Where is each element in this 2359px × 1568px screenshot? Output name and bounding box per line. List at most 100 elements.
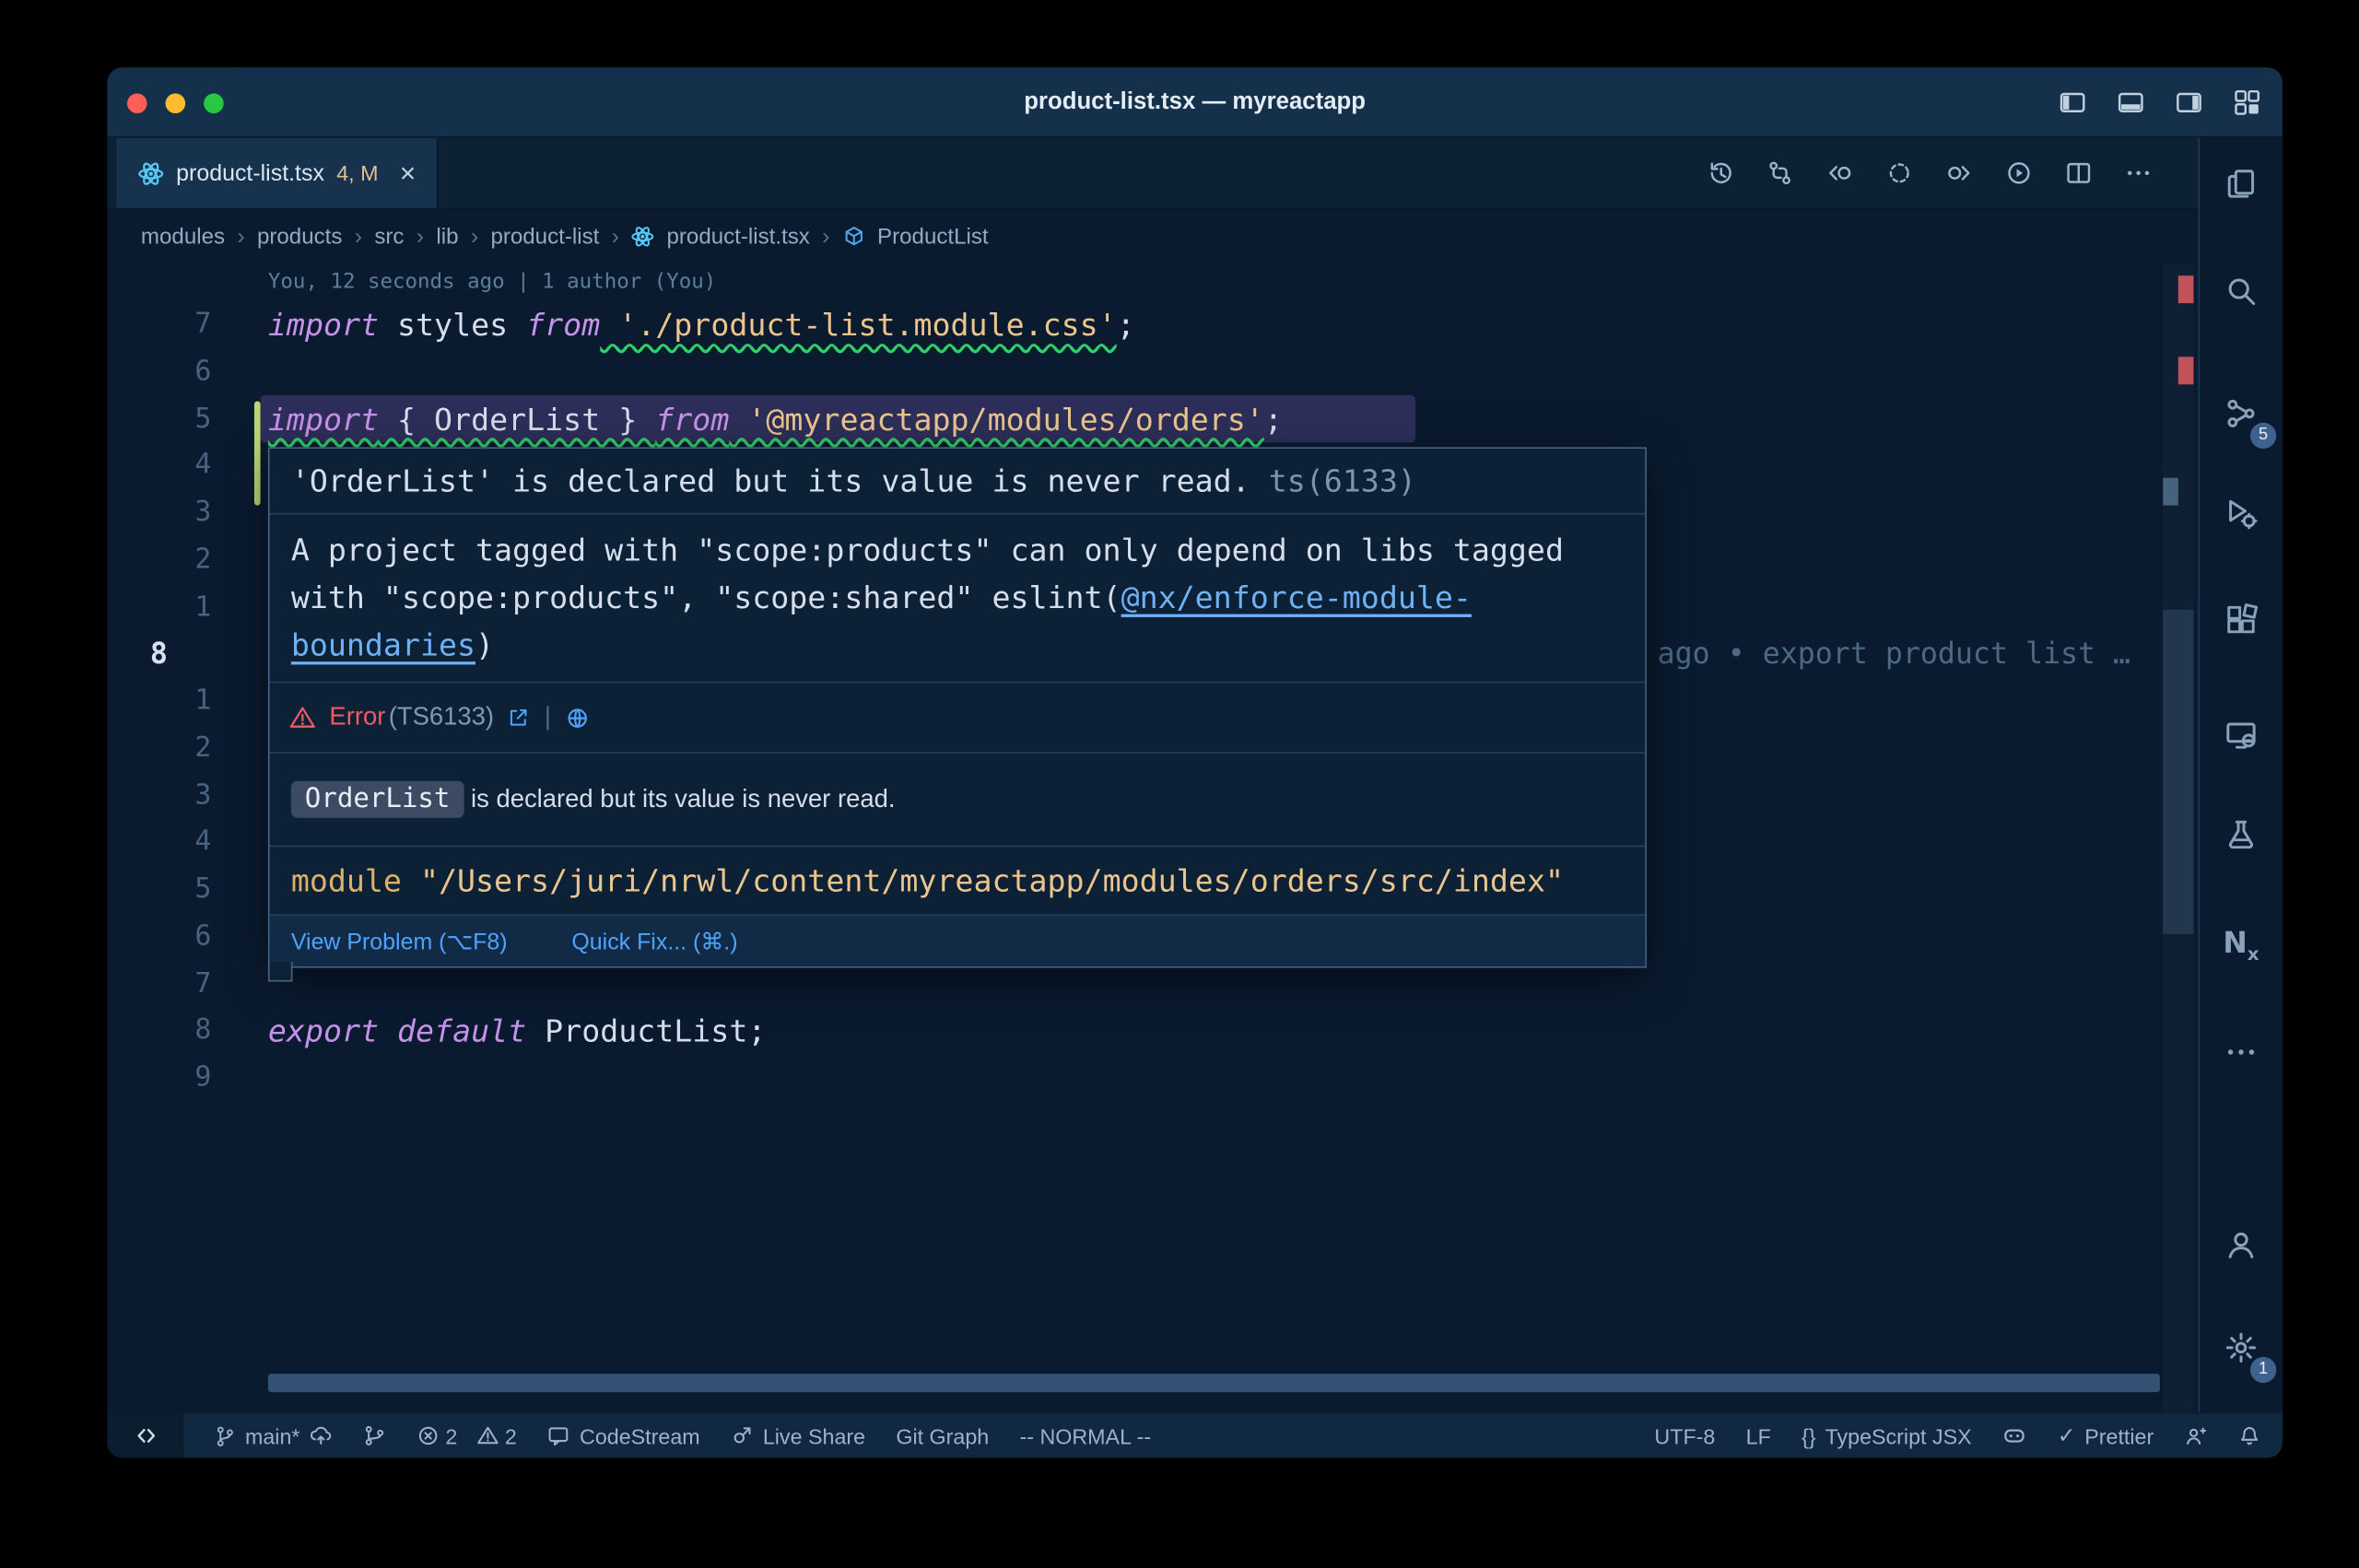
language-label: TypeScript JSX bbox=[1825, 1423, 1972, 1448]
breadcrumb-item-symbol[interactable]: ProductList bbox=[877, 225, 989, 250]
eol-indicator[interactable]: LF bbox=[1746, 1423, 1771, 1448]
hover-actions: View Problem (⌥F8) Quick Fix... (⌘.) bbox=[270, 914, 1646, 966]
line-number: 5 bbox=[107, 867, 211, 914]
zoom-window-button[interactable] bbox=[204, 93, 224, 113]
eol-label: LF bbox=[1746, 1423, 1771, 1448]
view-problem-action[interactable]: View Problem (⌥F8) bbox=[291, 928, 508, 955]
navigate-back-icon[interactable] bbox=[1826, 159, 1854, 187]
code-editor[interactable]: 7 6 5 4 3 2 1 8 1 2 3 4 5 6 7 8 9 bbox=[107, 263, 2198, 1412]
prettier-indicator[interactable]: ✓ Prettier bbox=[2058, 1422, 2154, 1448]
error-code: (TS6133) bbox=[389, 703, 494, 732]
close-window-button[interactable] bbox=[127, 93, 147, 113]
problems-indicator[interactable]: 2 2 bbox=[417, 1423, 517, 1448]
quick-fix-action[interactable]: Quick Fix... (⌘.) bbox=[571, 928, 737, 955]
hover-resize-notch bbox=[268, 962, 293, 982]
gitlens-blame-annotation: You, 12 seconds ago | 1 author (You) bbox=[268, 263, 716, 302]
run-file-icon[interactable] bbox=[2005, 159, 2033, 187]
source-control-icon[interactable]: 5 bbox=[2207, 380, 2274, 447]
extensions-icon[interactable] bbox=[2207, 587, 2274, 654]
line-number: 9 bbox=[107, 1055, 211, 1102]
code-line-5[interactable]: import { OrderList } from '@myreactapp/m… bbox=[268, 396, 1283, 443]
prettier-label: Prettier bbox=[2084, 1423, 2154, 1448]
keyword: from bbox=[655, 401, 729, 438]
keyword: import bbox=[268, 401, 379, 438]
live-share-icon bbox=[731, 1424, 754, 1447]
feedback-button[interactable] bbox=[2184, 1424, 2207, 1447]
customize-layout-icon[interactable] bbox=[2234, 88, 2261, 116]
notifications-button[interactable] bbox=[2238, 1424, 2261, 1447]
breadcrumb-item-product-list[interactable]: product-list bbox=[490, 225, 599, 250]
breadcrumb-item-src[interactable]: src bbox=[374, 225, 404, 250]
diagnostic-message: 'OrderList' is declared but its value is… bbox=[291, 462, 1250, 499]
more-actions-icon[interactable] bbox=[2125, 159, 2153, 187]
copilot-button[interactable] bbox=[2002, 1423, 2027, 1448]
screen: product-list.tsx — myreactapp product-li… bbox=[0, 0, 2359, 1568]
git-graph-label: Git Graph bbox=[896, 1423, 989, 1448]
toggle-sidebar-left-icon[interactable] bbox=[2059, 88, 2086, 116]
code-line-8[interactable]: export default ProductList; bbox=[268, 1008, 766, 1055]
commit-graph-button[interactable] bbox=[363, 1424, 386, 1447]
nx-console-icon[interactable]: Nx bbox=[2207, 911, 2274, 978]
status-right: UTF-8 LF {} TypeScript JSX ✓ Prettier bbox=[1654, 1422, 2282, 1448]
line-number: 4 bbox=[107, 820, 211, 867]
open-docs-icon[interactable] bbox=[508, 706, 531, 729]
copilot-icon bbox=[2002, 1423, 2027, 1448]
detail-message: is declared but its value is never read. bbox=[464, 785, 895, 814]
remote-explorer-icon[interactable] bbox=[2207, 701, 2274, 768]
hover-diagnostics-popup: 'OrderList' is declared but its value is… bbox=[268, 447, 1647, 967]
branch-indicator[interactable]: main* bbox=[215, 1423, 333, 1448]
toggle-sidebar-right-icon[interactable] bbox=[2176, 88, 2203, 116]
chevron-separator: › bbox=[822, 224, 829, 250]
explorer-files-icon[interactable] bbox=[2207, 150, 2274, 217]
warnings-count: 2 bbox=[505, 1423, 517, 1448]
pending-changes-icon[interactable] bbox=[1885, 159, 1913, 187]
codestream-label: CodeStream bbox=[580, 1423, 700, 1448]
line-number: 6 bbox=[107, 914, 211, 961]
breadcrumb-item-lib[interactable]: lib bbox=[436, 225, 458, 250]
tab-close-button[interactable]: × bbox=[400, 159, 416, 187]
remote-indicator[interactable] bbox=[107, 1413, 183, 1457]
change-marker bbox=[2163, 478, 2178, 506]
status-left: main* 2 2 CodeStream Live Share bbox=[107, 1413, 1151, 1457]
tab-product-list[interactable]: product-list.tsx 4, M × bbox=[116, 138, 439, 208]
titlebar-layout-controls bbox=[2059, 67, 2260, 136]
ts-diagnostic-row: 'OrderList' is declared but its value is… bbox=[270, 449, 1646, 513]
settings-badge: 1 bbox=[2250, 1357, 2276, 1383]
language-indicator[interactable]: {} TypeScript JSX bbox=[1802, 1423, 1972, 1448]
history-icon[interactable] bbox=[1707, 159, 1734, 187]
live-share-button[interactable]: Live Share bbox=[731, 1423, 865, 1448]
git-graph-button[interactable]: Git Graph bbox=[896, 1423, 989, 1448]
run-debug-icon[interactable] bbox=[2207, 479, 2274, 546]
accounts-icon[interactable] bbox=[2207, 1211, 2274, 1279]
split-editor-icon[interactable] bbox=[2065, 159, 2093, 187]
string-literal: '@myreactapp/modules/orders' bbox=[729, 401, 1263, 438]
breadcrumb-item-modules[interactable]: modules bbox=[141, 225, 225, 250]
horizontal-scrollbar-thumb[interactable] bbox=[268, 1374, 2160, 1392]
settings-gear-icon[interactable]: 1 bbox=[2207, 1314, 2274, 1381]
more-views-icon[interactable] bbox=[2207, 1018, 2274, 1085]
vertical-scrollbar-thumb[interactable] bbox=[2163, 610, 2193, 934]
tab-bar: product-list.tsx 4, M × bbox=[107, 138, 2198, 208]
overview-ruler[interactable] bbox=[2163, 263, 2193, 1412]
code-line-7[interactable]: import styles from './product-list.modul… bbox=[268, 301, 1135, 348]
nx-letter-sub: x bbox=[2248, 942, 2259, 964]
chevron-separator: › bbox=[612, 224, 619, 250]
line-number: 7 bbox=[107, 301, 211, 348]
codestream-button[interactable]: CodeStream bbox=[547, 1423, 700, 1448]
minimize-window-button[interactable] bbox=[166, 93, 186, 113]
chevron-separator: › bbox=[237, 224, 244, 250]
identifier: { OrderList } bbox=[379, 401, 655, 438]
encoding-indicator[interactable]: UTF-8 bbox=[1654, 1423, 1715, 1448]
breadcrumb-item-file[interactable]: product-list.tsx bbox=[666, 225, 809, 250]
navigate-forward-icon[interactable] bbox=[1945, 159, 1973, 187]
nx-letter: N bbox=[2223, 926, 2247, 960]
globe-icon[interactable] bbox=[565, 706, 590, 731]
line-number: 7 bbox=[107, 961, 211, 1008]
toggle-panel-bottom-icon[interactable] bbox=[2117, 88, 2144, 116]
breadcrumb-item-products[interactable]: products bbox=[257, 225, 342, 250]
search-icon[interactable] bbox=[2207, 257, 2274, 324]
git-compare-icon[interactable] bbox=[1766, 159, 1794, 187]
window-title: product-list.tsx — myreactapp bbox=[107, 88, 2283, 116]
activity-bar: 5 Nx 1 bbox=[2198, 138, 2282, 1412]
testing-beaker-icon[interactable] bbox=[2207, 801, 2274, 868]
